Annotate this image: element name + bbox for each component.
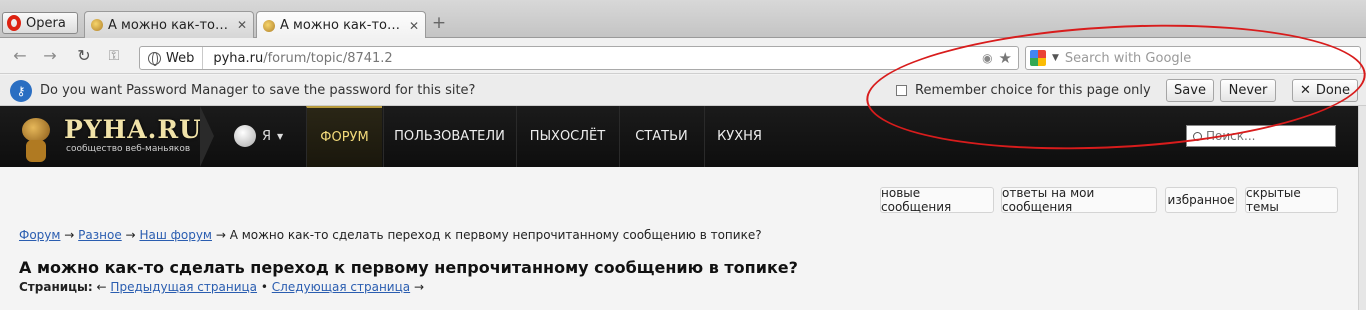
- mascot-logo-icon[interactable]: [18, 112, 54, 164]
- tab-close-icon[interactable]: ✕: [409, 19, 419, 33]
- header-divider: [200, 106, 214, 167]
- favorites-button[interactable]: избранное: [1165, 187, 1237, 213]
- breadcrumb-misc[interactable]: Разное: [78, 228, 122, 242]
- site-search-input[interactable]: [1206, 129, 1326, 143]
- password-manager-bar: ⚷ Do you want Password Manager to save t…: [0, 75, 1366, 106]
- search-icon: [1193, 131, 1202, 141]
- breadcrumb-our-forum[interactable]: Наш форум: [139, 228, 212, 242]
- url-path: /forum/topic/8741.2: [263, 50, 393, 66]
- tab-title: А можно как-то с...: [108, 17, 232, 33]
- new-messages-button[interactable]: новые сообщения: [880, 186, 994, 214]
- replies-button[interactable]: ответы на мои сообщения: [1001, 186, 1157, 214]
- bookmark-star-icon[interactable]: ★: [999, 49, 1012, 67]
- remember-choice[interactable]: Remember choice for this page only: [896, 83, 1151, 98]
- address-field[interactable]: Web pyha.ru/forum/topic/8741.2 ◉ ★: [139, 46, 1019, 70]
- avatar: [234, 125, 256, 147]
- url-text[interactable]: pyha.ru/forum/topic/8741.2: [203, 51, 982, 66]
- user-label: Я: [262, 128, 272, 144]
- tab-close-icon[interactable]: ✕: [237, 18, 247, 32]
- tab-bar: Opera А можно как-то с... ✕ А можно как-…: [0, 0, 1366, 39]
- site-info-badge[interactable]: Web: [140, 47, 204, 69]
- nav-kitchen[interactable]: КУХНЯ: [704, 106, 774, 167]
- forward-icon[interactable]: →: [40, 46, 60, 66]
- favicon-icon: [91, 19, 103, 31]
- remember-checkbox[interactable]: [896, 85, 907, 96]
- close-icon: ✕: [1299, 83, 1311, 98]
- hidden-topics-button[interactable]: скрытые темы: [1245, 186, 1338, 214]
- favicon-icon: [263, 19, 275, 32]
- key-icon[interactable]: ⚿: [104, 46, 124, 66]
- breadcrumb: Форум → Разное → Наш форум → А можно как…: [19, 228, 762, 242]
- nav-forum[interactable]: ФОРУМ: [306, 106, 382, 167]
- page-title: А можно как-то сделать переход к первому…: [19, 258, 798, 277]
- prev-page-link[interactable]: Предыдущая страница: [110, 280, 257, 294]
- rss-icon[interactable]: ◉: [982, 51, 992, 65]
- pagination: Страницы: ← Предыдущая страница • Следую…: [19, 280, 425, 294]
- remember-label: Remember choice for this page only: [915, 83, 1151, 98]
- new-tab-icon[interactable]: +: [430, 14, 448, 32]
- pages-label: Страницы:: [19, 280, 93, 294]
- google-icon: [1030, 50, 1046, 66]
- chevron-down-icon: ▼: [277, 131, 284, 141]
- opera-menu-label: Opera: [26, 15, 66, 31]
- forum-content: новые сообщения ответы на мои сообщения …: [0, 167, 1358, 310]
- search-input[interactable]: [1064, 50, 1360, 66]
- tab-2-active[interactable]: А можно как-то с... ✕: [256, 11, 426, 39]
- done-label: Done: [1315, 83, 1351, 98]
- nav-users[interactable]: ПОЛЬЗОВАТЕЛИ: [383, 106, 515, 167]
- nav-articles[interactable]: СТАТЬИ: [619, 106, 703, 167]
- site-logo-title[interactable]: PYHA.RU: [64, 115, 202, 144]
- site-header: PYHA.RU сообщество веб-маньяков Я ▼ ФОРУ…: [0, 106, 1358, 167]
- opera-menu-button[interactable]: Opera: [2, 12, 78, 34]
- site-logo-subtitle: сообщество веб-маньяков: [66, 144, 191, 154]
- back-icon[interactable]: ←: [10, 46, 30, 66]
- tab-title: А можно как-то с...: [280, 18, 404, 33]
- password-message: Do you want Password Manager to save the…: [40, 83, 476, 98]
- chevron-down-icon[interactable]: ▼: [1052, 53, 1059, 63]
- site-badge-label: Web: [166, 50, 195, 66]
- url-host: pyha.ru: [213, 50, 264, 66]
- password-key-icon: ⚷: [10, 80, 32, 102]
- globe-icon: [148, 51, 161, 66]
- tab-1[interactable]: А можно как-то с... ✕: [84, 11, 254, 38]
- search-box[interactable]: ▼: [1025, 46, 1361, 70]
- site-search-box[interactable]: [1186, 125, 1336, 147]
- nav-pyhoslet[interactable]: ПЫХОСЛЁТ: [516, 106, 618, 167]
- address-toolbar: ← → ↻ ⚿ Web pyha.ru/forum/topic/8741.2 ◉…: [0, 38, 1366, 74]
- never-button[interactable]: Never: [1220, 79, 1276, 102]
- user-menu[interactable]: Я ▼: [234, 125, 283, 147]
- done-button[interactable]: ✕ Done: [1292, 79, 1358, 102]
- breadcrumb-forum[interactable]: Форум: [19, 228, 60, 242]
- next-page-link[interactable]: Следующая страница: [272, 280, 410, 294]
- reload-icon[interactable]: ↻: [74, 46, 94, 66]
- save-button[interactable]: Save: [1166, 79, 1214, 102]
- opera-logo-icon: [7, 15, 21, 31]
- breadcrumb-current: А можно как-то сделать переход к первому…: [229, 228, 762, 242]
- vertical-scrollbar[interactable]: [1358, 106, 1366, 310]
